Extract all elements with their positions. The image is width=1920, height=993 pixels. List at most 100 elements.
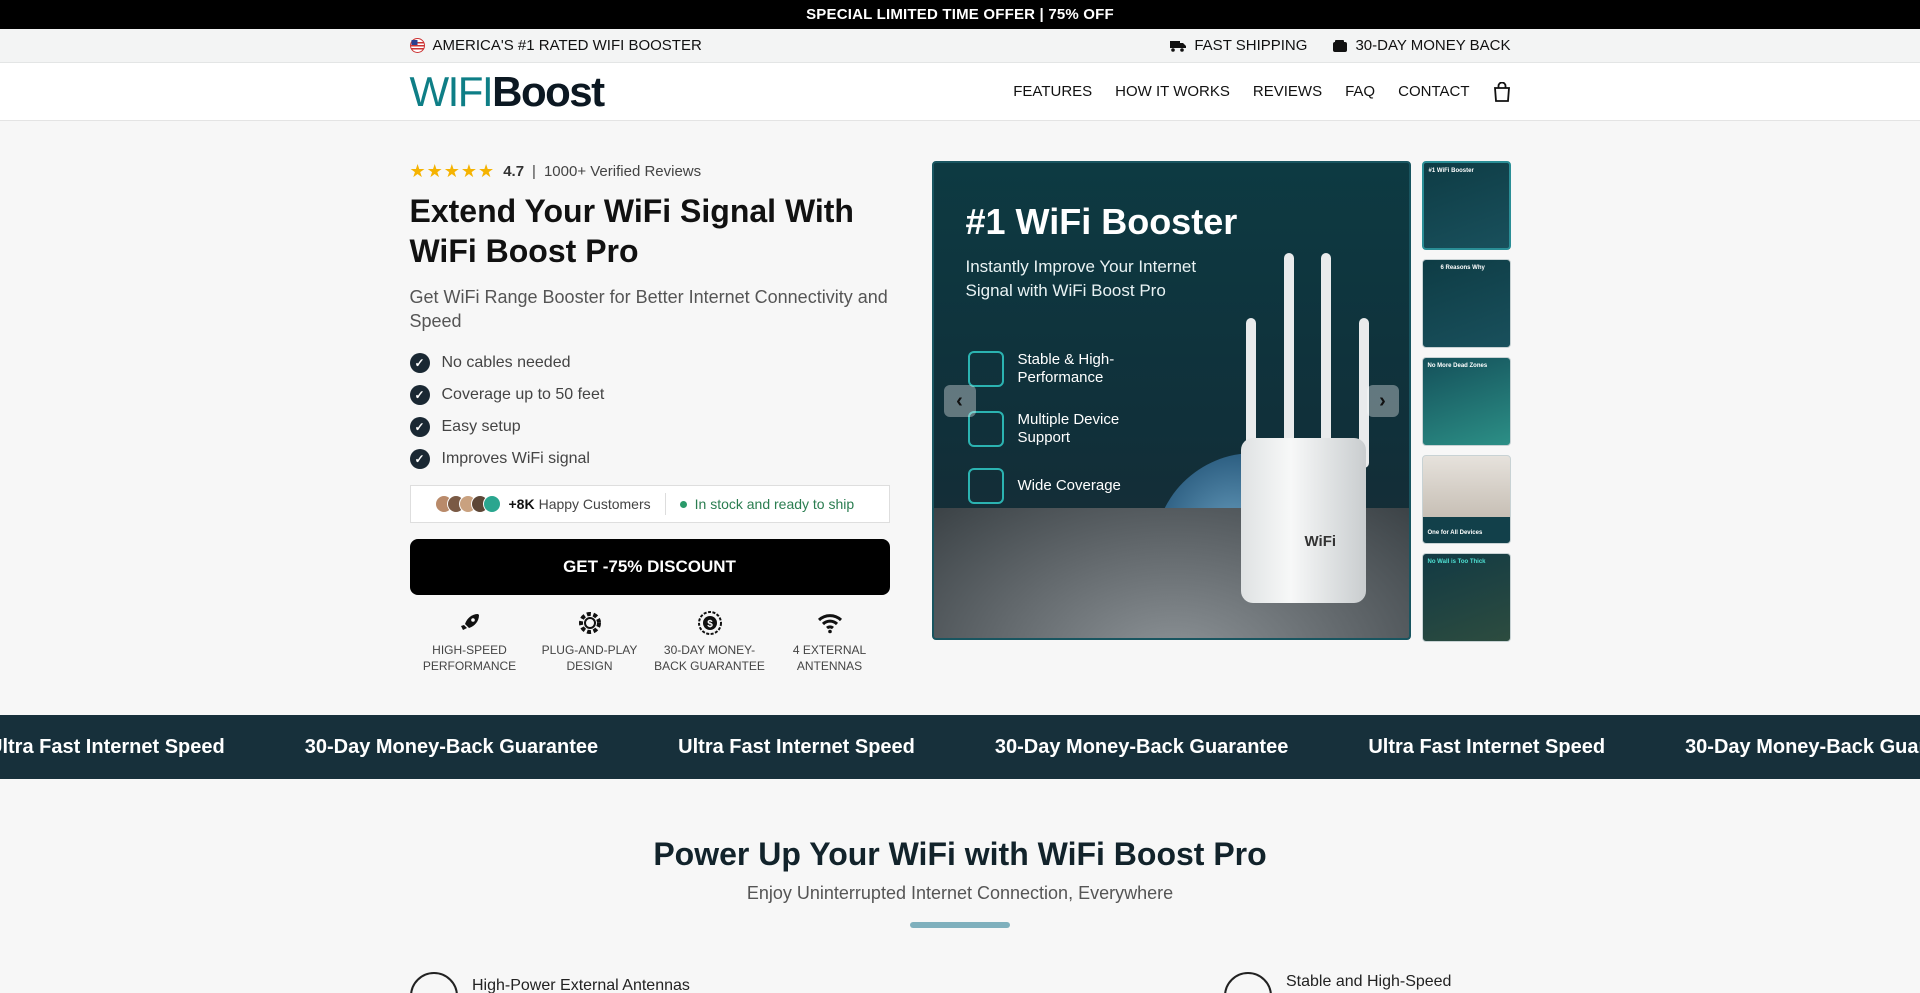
feature-label: PLUG-AND-PLAY DESIGN [541,643,638,673]
benefit-text: Coverage up to 50 feet [441,386,605,403]
section-tagline: Enjoy Uninterrupted Internet Connection,… [746,883,1174,903]
site-header: WIFI Boost FEATURES HOW IT WORKS REVIEWS… [0,63,1920,121]
prev-image-button[interactable]: ‹ [943,385,976,417]
hero-section: ★★★★★ 4.7 | 1000+ Verified Reviews Exten… [0,121,1920,715]
thumbnail[interactable]: 6 Reasons Why [1421,259,1511,348]
nav-features[interactable]: FEATURES [1013,83,1092,100]
dollar-badge-icon: $ [697,611,722,635]
promo-text: SPECIAL LIMITED TIME OFFER | 75% OFF [806,6,1114,23]
nav-how-it-works[interactable]: HOW IT WORKS [1115,83,1230,100]
thumbnail-caption: One for All Devices [1427,530,1483,536]
promo-bar: SPECIAL LIMITED TIME OFFER | 75% OFF [0,0,1920,29]
marquee-item: Ultra Fast Internet Speed [1368,735,1606,758]
rocket-icon [460,614,479,630]
money-back-text: 30-DAY MONEY BACK [1355,37,1511,54]
list-item: ✓ No cables needed [409,347,605,379]
stock-status: In stock and ready to ship [694,496,855,512]
rating-value: 4.7 [503,163,525,180]
thumbnail[interactable]: No More Dead Zones [1421,357,1511,446]
feature-plug-and-play: PLUG-AND-PLAY DESIGN [530,607,650,674]
nav-faq[interactable]: FAQ [1345,83,1375,100]
verified-badge-icon [482,495,501,513]
stars-icon: ★★★★★ [409,161,496,181]
feature-antennas: 4 EXTERNAL ANTENNAS [770,607,890,674]
svg-text:$: $ [707,619,713,630]
wifi-booster-device: WiFi [1240,438,1366,603]
customer-avatars [434,495,501,513]
benefit-text: Easy setup [441,418,521,435]
customers-count: +8K [508,496,535,512]
check-icon: ✓ [409,417,430,437]
feature-label: 4 EXTERNAL ANTENNAS [792,643,867,673]
nav-reviews[interactable]: REVIEWS [1253,83,1322,100]
feature-peek-right: Stable and High-Speed [1224,972,1451,993]
truck-icon [1170,40,1187,52]
wallet-icon [1333,39,1348,52]
thumbnail[interactable]: #1 WiFi Booster [1421,161,1511,250]
status-dot-icon [679,500,687,508]
thumbnail[interactable]: One for All Devices [1421,455,1511,544]
thumbnail-caption: 6 Reasons Why [1440,265,1485,271]
logo-boost-text: Boost [492,67,605,115]
product-main-image[interactable]: #1 WiFi Booster Instantly Improve Your I… [931,161,1411,640]
marquee-banner: Ultra Fast Internet Speed 30-Day Money-B… [0,715,1920,779]
house-wifi-icon [967,468,1004,504]
image-feature: Wide Coverage [967,468,1121,504]
thumbnail[interactable]: No Wall is Too Thick [1421,553,1511,642]
reviews-count: 1000+ Verified Reviews [543,163,702,180]
main-nav: FEATURES HOW IT WORKS REVIEWS FAQ CONTAC… [1013,81,1511,102]
feature-peek-left: High-Power External Antennas [410,972,690,993]
image-title: #1 WiFi Booster [965,201,1238,242]
feature-money-back: $ 30-DAY MONEY-BACK GUARANTEE [650,607,770,674]
next-image-button[interactable]: › [1366,385,1399,417]
rocket-icon [967,351,1004,387]
logo[interactable]: WIFI Boost [409,67,606,115]
check-icon: ✓ [409,385,430,405]
benefit-text: Improves WiFi signal [441,450,590,467]
gear-icon [578,612,601,634]
list-item: ✓ Easy setup [409,411,605,443]
benefit-list: ✓ No cables needed ✓ Coverage up to 50 fee… [409,347,605,475]
image-feature-text: Wide Coverage [1017,477,1121,494]
discount-button[interactable]: GET -75% DISCOUNT [409,539,890,595]
benefit-text: No cables needed [441,354,571,371]
us-flag-icon [409,38,425,53]
marquee-item: 30-Day Money-Back Guarantee [304,735,599,758]
divider [664,493,666,515]
list-item: ✓ Coverage up to 50 feet [409,379,605,411]
hero-title: Extend Your WiFi Signal With WiFi Boost … [409,193,854,269]
image-feature-text: Stable & High-Performance [1017,351,1115,386]
rated-text: AMERICA'S #1 RATED WIFI BOOSTER [432,37,702,54]
image-feature-text: Multiple Device Support [1017,411,1120,446]
devices-icon [967,411,1004,447]
image-feature: Stable & High-Performance [967,351,1138,387]
marquee-item: Ultra Fast Internet Speed [0,735,225,758]
feature-icons-row: HIGH-SPEED PERFORMANCE PLUG-AND-PLAY DES… [410,607,890,674]
features-section: Power Up Your WiFi with WiFi Boost Pro E… [0,779,1920,993]
rating-separator: | [532,163,536,180]
image-subtitle: Instantly Improve Your Internet Signal w… [965,257,1197,300]
feature-high-speed: HIGH-SPEED PERFORMANCE [410,607,530,674]
device-label: WiFi [1304,533,1337,550]
thumbnail-caption: No More Dead Zones [1427,363,1488,369]
marquee-item: 30-Day Money-Back Guarantee [1685,735,1920,758]
thumbnail-caption: #1 WiFi Booster [1428,168,1474,174]
thumbnail-strip: #1 WiFi Booster 6 Reasons Why No More De… [1421,161,1511,651]
shipping-text: FAST SHIPPING [1194,37,1308,54]
nav-contact[interactable]: CONTACT [1398,83,1469,100]
image-feature: Multiple Device Support [967,411,1138,447]
logo-wifi-text: WIFI [409,67,494,115]
list-item: ✓ Improves WiFi signal [409,443,605,475]
cart-icon[interactable] [1493,81,1511,102]
speedometer-icon [1224,972,1272,993]
antenna-graphic [1283,253,1294,443]
marquee-item: 30-Day Money-Back Guarantee [994,735,1289,758]
check-icon: ✓ [409,449,430,469]
customers-label: Happy Customers [538,496,651,512]
section-divider [910,922,1010,928]
social-proof-box: +8K Happy Customers In stock and ready t… [409,485,890,523]
wifi-icon [817,614,842,634]
thumbnail-caption: No Wall is Too Thick [1427,559,1486,565]
feature-peek-text: Stable and High-Speed [1286,973,1452,990]
hero-subtitle: Get WiFi Range Booster for Better Intern… [409,287,888,331]
